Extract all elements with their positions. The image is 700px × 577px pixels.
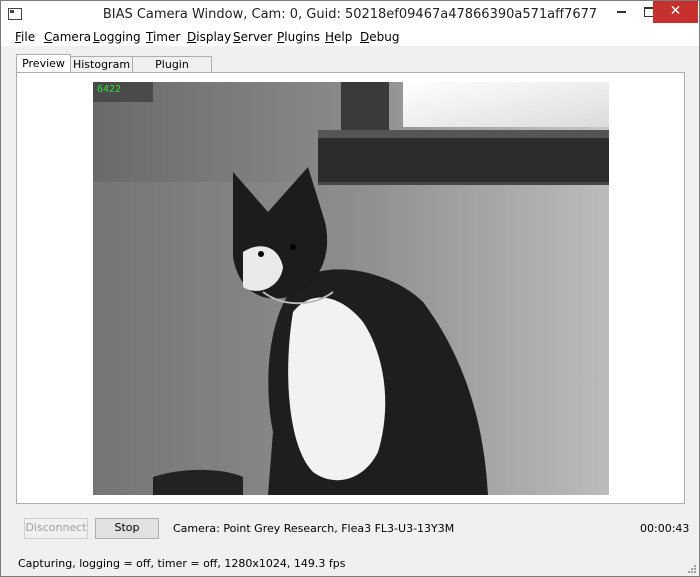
camera-preview-image: 6422	[93, 82, 609, 495]
preview-pane: 6422	[16, 72, 685, 504]
menu-debug[interactable]: Debug	[360, 30, 399, 44]
tab-histogram[interactable]: Histogram	[70, 56, 133, 72]
tab-plugin-preview[interactable]: Plugin Preview	[132, 56, 212, 86]
minimize-button[interactable]	[607, 1, 635, 23]
menu-timer[interactable]: Timer	[146, 30, 180, 44]
menu-logging[interactable]: Logging	[93, 30, 141, 44]
camera-frame-graphic	[93, 82, 609, 495]
resize-grip-icon[interactable]	[686, 563, 696, 573]
menu-plugins[interactable]: Plugins	[277, 30, 320, 44]
camera-info-label: Camera: Point Grey Research, Flea3 FL3-U…	[173, 522, 455, 535]
menu-file[interactable]: File	[15, 30, 35, 44]
frame-counter: 6422	[97, 84, 122, 95]
menu-server[interactable]: Server	[233, 30, 272, 44]
stop-button[interactable]: Stop	[95, 518, 159, 539]
menu-bar: File Camera Logging Timer Display Server…	[1, 29, 699, 46]
camera-window: BIAS Camera Window, Cam: 0, Guid: 50218e…	[0, 0, 700, 577]
menu-help[interactable]: Help	[325, 30, 352, 44]
title-bar[interactable]: BIAS Camera Window, Cam: 0, Guid: 50218e…	[1, 1, 699, 29]
elapsed-time: 00:00:43	[640, 522, 690, 535]
close-button[interactable]: ✕	[653, 1, 698, 23]
minimize-icon	[616, 10, 626, 13]
disconnect-button[interactable]: Disconnect	[24, 518, 88, 539]
window-title: BIAS Camera Window, Cam: 0, Guid: 50218e…	[102, 7, 598, 22]
menu-display[interactable]: Display	[187, 30, 231, 44]
menu-camera[interactable]: Camera	[44, 30, 91, 44]
close-icon: ✕	[669, 3, 682, 19]
tab-preview[interactable]: Preview	[16, 54, 71, 73]
status-bar: Capturing, logging = off, timer = off, 1…	[18, 557, 346, 570]
